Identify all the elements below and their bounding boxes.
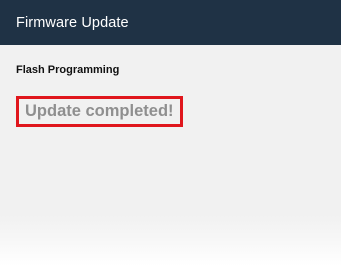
- title-bar: Firmware Update: [0, 0, 341, 45]
- content-panel: Flash Programming Update completed!: [0, 45, 341, 266]
- section-heading: Flash Programming: [16, 64, 120, 76]
- status-highlight-box: Update completed!: [16, 96, 183, 127]
- firmware-update-window: Firmware Update Flash Programming Update…: [0, 0, 341, 266]
- window-title: Firmware Update: [16, 14, 129, 31]
- status-message: Update completed!: [25, 102, 174, 120]
